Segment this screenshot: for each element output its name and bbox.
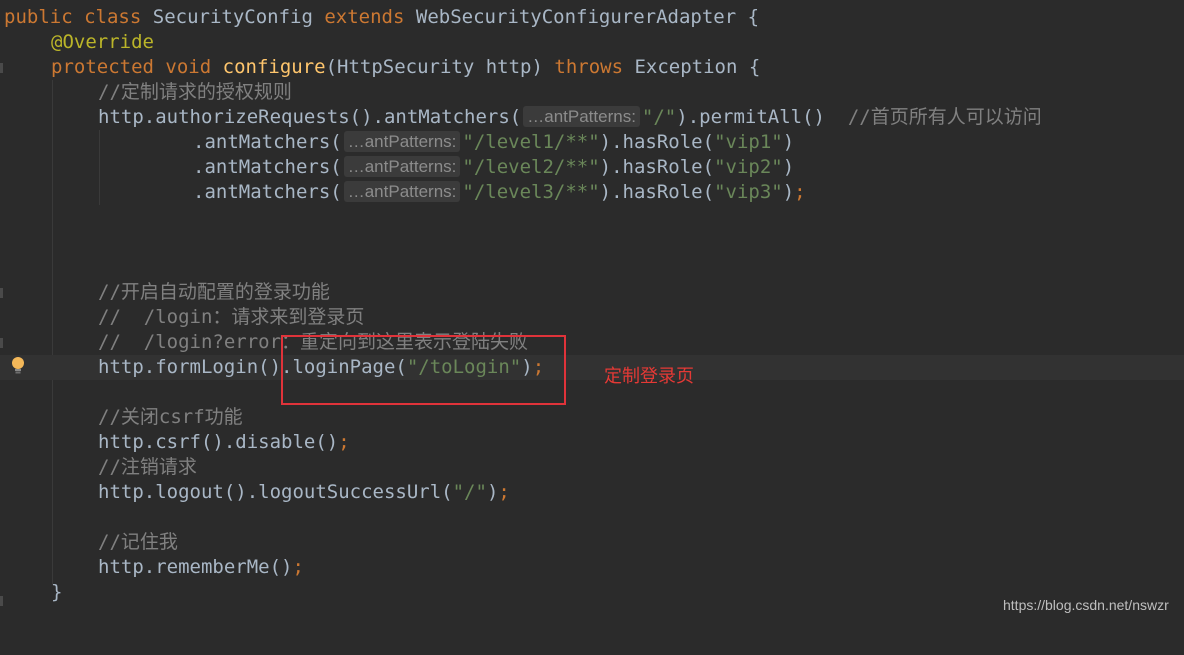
string-literal: "/level2/**"	[462, 156, 600, 178]
comment: //首页所有人可以访问	[847, 106, 1042, 128]
code-line: http.logout().logoutSuccessUrl("/");	[0, 480, 1184, 505]
keyword: public	[4, 6, 73, 28]
code-text: ).hasRole(	[599, 131, 715, 153]
code-text: http.rememberMe()	[98, 556, 293, 578]
semicolon: ;	[794, 181, 806, 203]
string-literal: "/level1/**"	[462, 131, 600, 153]
string-literal: "/"	[452, 481, 487, 503]
method-name: configure	[222, 56, 326, 78]
comment: // /login：请求来到登录页	[98, 306, 365, 328]
code-text: ).hasRole(	[599, 156, 715, 178]
comment: //注销请求	[98, 456, 197, 478]
code-text: http.csrf().disable()	[98, 431, 339, 453]
code-line: // /login?error：重定向到这里表示登陆失败	[0, 330, 1184, 355]
code-editor[interactable]: public class SecurityConfig extends WebS…	[0, 0, 1184, 624]
code-line: protected void configure(HttpSecurity ht…	[0, 55, 1184, 80]
code-text: .antMatchers(	[193, 131, 342, 153]
code-line: http.csrf().disable();	[0, 430, 1184, 455]
string-literal: "vip3"	[714, 181, 783, 203]
class-name: SecurityConfig	[152, 6, 313, 28]
parameter-hint: …antPatterns:	[343, 156, 461, 177]
comment: //定制请求的授权规则	[98, 81, 292, 103]
code-line: //开启自动配置的登录功能	[0, 280, 1184, 305]
code-line: http.rememberMe();	[0, 555, 1184, 580]
code-text: )	[486, 481, 499, 503]
string-literal: "vip1"	[714, 131, 783, 153]
lightbulb-icon[interactable]	[11, 356, 25, 376]
comment: //记住我	[98, 531, 178, 553]
parameter-hint: …antPatterns:	[343, 181, 461, 202]
keyword: class	[84, 6, 142, 28]
code-line-current: http.formLogin().loginPage("/toLogin");	[0, 355, 1184, 380]
string-literal: "/"	[641, 106, 677, 128]
string-literal: "/level3/**"	[462, 181, 600, 203]
code-text: ).hasRole(	[599, 181, 715, 203]
code-text: )	[782, 156, 795, 178]
semicolon: ;	[292, 556, 304, 578]
callout-box	[281, 335, 566, 405]
code-line: //关闭csrf功能	[0, 405, 1184, 430]
code-text: )	[782, 131, 795, 153]
code-text: http.authorizeRequests().antMatchers(	[98, 106, 522, 128]
code-line: public class SecurityConfig extends WebS…	[0, 5, 1184, 30]
code-line: .antMatchers(…antPatterns: "/level3/**").…	[0, 180, 1184, 205]
code-line: //注销请求	[0, 455, 1184, 480]
code-line: //记住我	[0, 530, 1184, 555]
exception-type: Exception	[634, 56, 738, 78]
code-line: //定制请求的授权规则	[0, 80, 1184, 105]
semicolon: ;	[338, 431, 350, 453]
parent-class: WebSecurityConfigurerAdapter	[415, 6, 737, 28]
keyword: extends	[324, 6, 405, 28]
keyword: throws	[554, 56, 624, 78]
code-line: .antMatchers(…antPatterns: "/level1/**").…	[0, 130, 1184, 155]
comment: //关闭csrf功能	[98, 406, 243, 428]
params: (HttpSecurity http)	[325, 56, 543, 78]
code-line: .antMatchers(…antPatterns: "/level2/**").…	[0, 155, 1184, 180]
annotation: @Override	[51, 31, 154, 53]
code-text: http.logout().logoutSuccessUrl(	[98, 481, 453, 503]
keyword: protected	[51, 56, 154, 78]
brace: }	[51, 581, 63, 603]
string-literal: "vip2"	[714, 156, 783, 178]
parameter-hint: …antPatterns:	[523, 106, 640, 127]
code-text: .antMatchers(	[193, 181, 342, 203]
callout-label: 定制登录页	[604, 366, 694, 386]
code-line: http.authorizeRequests().antMatchers(…an…	[0, 105, 1184, 130]
code-text: )	[782, 181, 795, 203]
parameter-hint: …antPatterns:	[343, 131, 461, 152]
semicolon: ;	[498, 481, 510, 503]
keyword: void	[165, 56, 212, 78]
watermark: https://blog.csdn.net/nswzr	[1003, 597, 1169, 613]
code-text: ).permitAll()	[676, 106, 825, 128]
code-text: .antMatchers(	[193, 156, 342, 178]
code-line: // /login：请求来到登录页	[0, 305, 1184, 330]
code-line: @Override	[0, 30, 1184, 55]
brace: {	[747, 6, 760, 28]
brace: {	[748, 56, 761, 78]
comment: //开启自动配置的登录功能	[98, 281, 330, 303]
